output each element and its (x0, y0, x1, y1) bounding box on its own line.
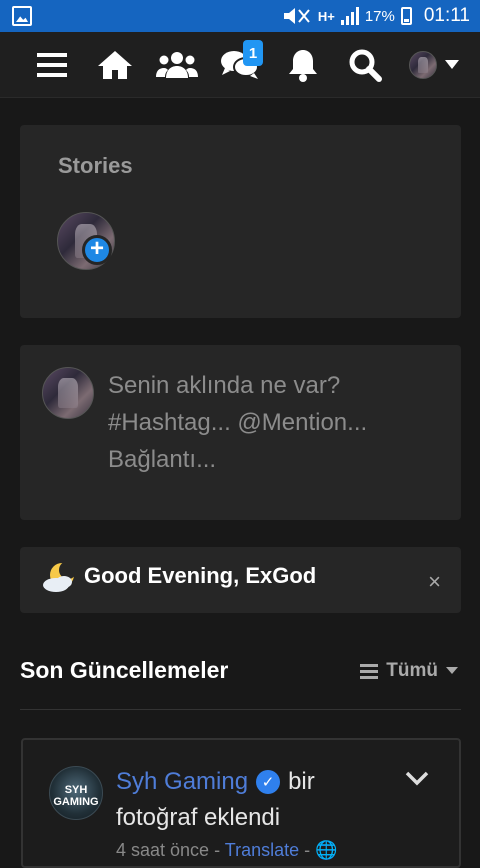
verified-badge-icon: ✓ (256, 770, 281, 794)
messages-badge: 1 (243, 40, 263, 66)
home-icon[interactable] (94, 44, 136, 86)
battery-percent: 17% (364, 7, 395, 25)
profile-avatar (409, 51, 437, 79)
composer-placeholder-line3: Bağlantı... (108, 446, 217, 473)
network-type: H+ (317, 8, 335, 24)
post-header-line: Syh Gaming ✓ bir (116, 768, 315, 796)
post-action-text-2: fotoğraf eklendi (116, 804, 281, 831)
status-bar: H+ 17% 01:11 (0, 0, 480, 32)
meta-separator-2: - (304, 840, 311, 860)
greeting-text: Good Evening, ExGod (84, 563, 317, 588)
gallery-notification-icon (12, 6, 32, 26)
list-icon (360, 664, 379, 679)
battery-icon (400, 7, 412, 25)
section-divider (20, 709, 461, 710)
clock: 01:11 (423, 5, 470, 26)
messages-icon[interactable]: 1 (219, 40, 263, 86)
post-author-link[interactable]: Syh Gaming (116, 768, 248, 796)
post-meta: 4 saat önce - Translate - 🌐 (116, 840, 338, 861)
filter-label: Tümü (386, 660, 438, 681)
composer-avatar (42, 367, 94, 419)
top-navbar: 1 (0, 32, 480, 98)
notifications-bell-icon[interactable] (282, 44, 324, 86)
composer-placeholder[interactable]: Senin aklında ne var? #Hashtag... @Menti… (108, 367, 367, 478)
globe-icon: 🌐 (315, 840, 338, 860)
chevron-down-icon (446, 667, 458, 674)
composer-placeholder-line2: #Hashtag... @Mention... (108, 409, 368, 436)
filter-dropdown[interactable]: Tümü (360, 660, 458, 682)
section-title: Son Güncellemeler (20, 657, 229, 683)
post-author-avatar[interactable]: SYH GAMING (49, 766, 103, 820)
add-story-plus-icon[interactable]: + (82, 235, 112, 265)
stories-title: Stories (58, 153, 133, 178)
stories-card: Stories + (20, 125, 461, 318)
translate-link[interactable]: Translate (225, 840, 299, 860)
meta-separator: - (214, 840, 221, 860)
friends-icon[interactable] (156, 44, 198, 86)
signal-icon (340, 7, 359, 25)
post-action-text: bir (288, 768, 315, 795)
status-icons: H+ 17% 01:11 (282, 4, 470, 28)
composer-placeholder-line1: Senin aklında ne var? (108, 372, 341, 399)
feed-post: SYH GAMING Syh Gaming ✓ bir fotoğraf ekl… (21, 738, 461, 868)
search-icon[interactable] (344, 44, 386, 86)
chevron-down-icon (445, 60, 459, 69)
post-time[interactable]: 4 saat önce (116, 840, 209, 860)
close-greeting-button[interactable]: × (428, 569, 441, 595)
profile-menu[interactable] (402, 44, 466, 86)
post-composer[interactable]: Senin aklında ne var? #Hashtag... @Menti… (20, 345, 461, 520)
post-options-chevron-icon[interactable] (405, 770, 429, 786)
moon-cloud-icon (43, 561, 77, 592)
menu-icon[interactable] (31, 44, 73, 86)
mute-icon (283, 8, 310, 24)
greeting-card: Good Evening, ExGod × (20, 547, 461, 613)
